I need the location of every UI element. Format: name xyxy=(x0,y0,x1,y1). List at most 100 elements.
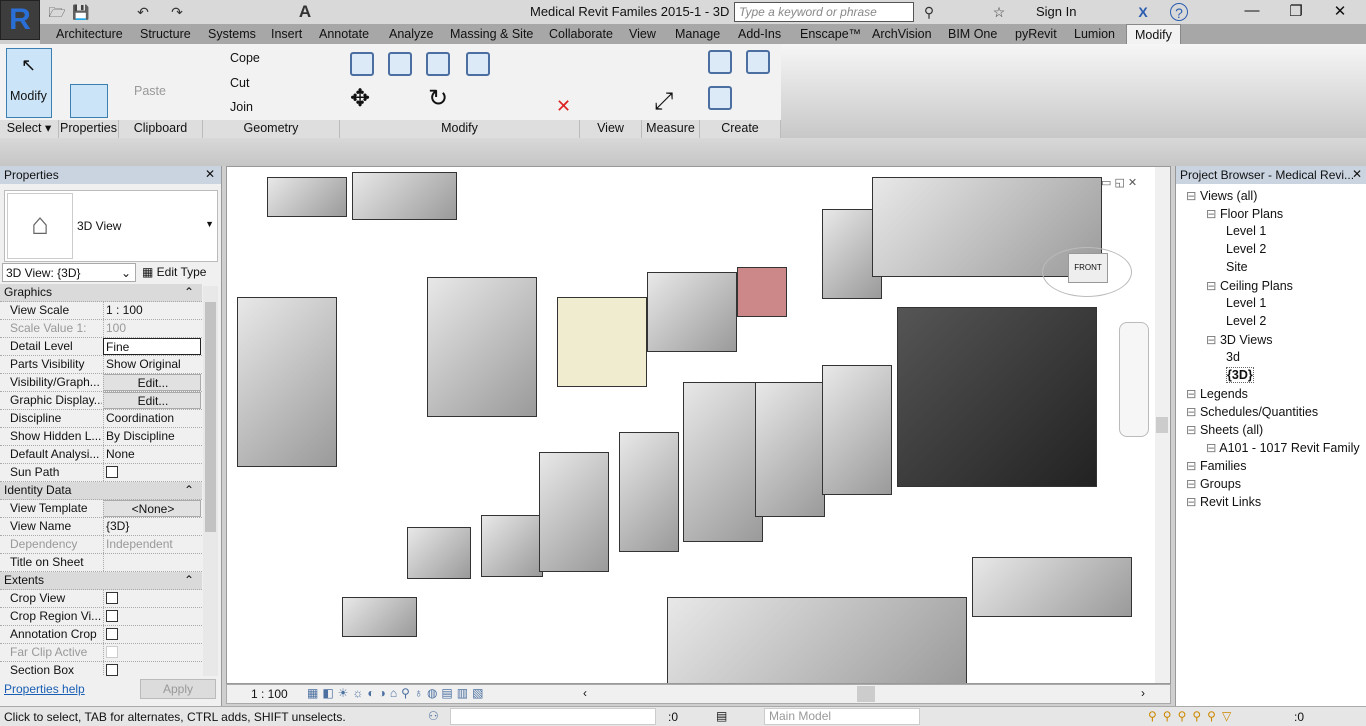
sink-counter-model[interactable] xyxy=(667,597,967,684)
expand-icon[interactable]: ⊟ xyxy=(1186,423,1200,437)
revit-app-menu-button[interactable]: R xyxy=(0,0,40,40)
minimize-button[interactable]: — xyxy=(1232,2,1272,19)
treadmill-model[interactable] xyxy=(897,307,1097,487)
view-control-icons[interactable]: ▦◧☀☼◐◑⌂⚲♁◍▤▥▧ xyxy=(307,686,487,700)
browser-item[interactable]: ⊟ A101 - 1017 Revit Family xyxy=(1206,440,1360,455)
tab-pyrevit[interactable]: pyRevit xyxy=(1015,27,1057,41)
toilet-model[interactable] xyxy=(822,365,892,495)
star-icon[interactable]: ☆ xyxy=(990,3,1008,21)
tab-bim-one[interactable]: BIM One xyxy=(948,27,997,41)
search-input[interactable]: Type a keyword or phrase xyxy=(734,2,914,22)
browser-item[interactable]: ⊟ Revit Links xyxy=(1186,494,1261,509)
tab-add-ins[interactable]: Add-Ins xyxy=(738,27,781,41)
selection-filter-icons[interactable]: ⚲⚲⚲⚲⚲▽ xyxy=(1148,709,1237,723)
properties-help-link[interactable]: Properties help xyxy=(4,682,85,696)
tab-annotate[interactable]: Annotate xyxy=(319,27,369,41)
horizontal-scrollbar-thumb[interactable] xyxy=(857,686,875,702)
property-edit-button[interactable]: <None> xyxy=(103,500,201,517)
tab-manage[interactable]: Manage xyxy=(675,27,720,41)
browser-item[interactable]: ⊟ Families xyxy=(1186,458,1247,473)
expand-icon[interactable]: ⊟ xyxy=(1186,405,1200,419)
viewcube-face[interactable]: FRONT xyxy=(1068,253,1108,283)
collapse-icon[interactable]: ⌃ xyxy=(184,284,194,301)
tab-archvision[interactable]: ArchVision xyxy=(872,27,932,41)
expand-icon[interactable]: ⊟ xyxy=(1186,189,1200,203)
monitor-model[interactable] xyxy=(737,267,787,317)
paste-button[interactable]: Paste xyxy=(134,84,166,98)
tab-view[interactable]: View xyxy=(629,27,656,41)
scrollbar-thumb[interactable] xyxy=(1156,417,1168,433)
move-icon[interactable]: ✥ xyxy=(350,84,370,113)
join-button[interactable]: Join xyxy=(230,100,253,114)
toilet-model[interactable] xyxy=(619,432,679,552)
design-option-dropdown[interactable]: Main Model xyxy=(764,708,920,725)
toilet-model[interactable] xyxy=(539,452,609,572)
modify-button[interactable]: ↖ Modify xyxy=(6,48,52,118)
toilet-model[interactable] xyxy=(407,527,471,579)
panel-label-select[interactable]: Select ▾ xyxy=(0,120,59,138)
edit-type-button[interactable]: ▦ Edit Type xyxy=(142,265,206,279)
cut-button[interactable]: Cut xyxy=(230,76,249,90)
mirror-axis-icon[interactable] xyxy=(426,52,450,76)
mirror-draw-icon[interactable] xyxy=(466,52,490,76)
worksets-icon[interactable]: ⚇ xyxy=(428,709,439,723)
close-icon[interactable]: ✕ xyxy=(1352,167,1362,181)
tab-lumion[interactable]: Lumion xyxy=(1074,27,1115,41)
tab-analyze[interactable]: Analyze xyxy=(389,27,433,41)
tab-insert[interactable]: Insert xyxy=(271,27,302,41)
sink-model[interactable] xyxy=(972,557,1132,617)
restore-button[interactable]: ❐ xyxy=(1276,2,1316,20)
browser-item[interactable]: ⊟ Floor Plans xyxy=(1206,206,1283,221)
browser-item[interactable]: Level 2 xyxy=(1226,314,1266,328)
toilet-model[interactable] xyxy=(683,382,763,542)
close-button[interactable]: ✕ xyxy=(1320,2,1360,20)
checkbox[interactable] xyxy=(106,466,118,478)
collapse-icon[interactable]: ⌃ xyxy=(184,572,194,589)
browser-item[interactable]: ⊟ Sheets (all) xyxy=(1186,422,1263,437)
property-checkbox[interactable] xyxy=(103,626,201,643)
expand-icon[interactable]: ⊟ xyxy=(1206,441,1219,455)
checkbox[interactable] xyxy=(106,664,118,676)
scrollbar-thumb[interactable] xyxy=(205,302,216,532)
measure-icon[interactable]: ⤢ xyxy=(654,88,673,116)
tab-architecture[interactable]: Architecture xyxy=(56,27,123,41)
text-icon[interactable]: A xyxy=(296,3,314,21)
property-group[interactable]: Extents⌃ xyxy=(0,572,202,590)
expand-icon[interactable]: ⊟ xyxy=(1186,387,1200,401)
3d-view-canvas[interactable]: FRONT ▭ ◱ ✕ xyxy=(226,166,1171,684)
browser-item[interactable]: ⊟ 3D Views xyxy=(1206,332,1273,347)
close-icon[interactable]: ✕ xyxy=(205,167,215,181)
binoculars-icon[interactable]: ⚲ xyxy=(920,3,938,21)
editable-only-icon[interactable]: ▤ xyxy=(716,709,727,723)
view-scale-button[interactable]: 1 : 100 xyxy=(251,687,288,701)
expand-icon[interactable]: ⊟ xyxy=(1206,333,1220,347)
properties-toggle-button[interactable] xyxy=(70,84,108,118)
toilet-model[interactable] xyxy=(481,515,543,577)
expand-icon[interactable]: ⊟ xyxy=(1186,495,1200,509)
expand-icon[interactable]: ⊟ xyxy=(1206,279,1220,293)
vertical-scrollbar[interactable] xyxy=(1155,167,1170,683)
property-checkbox[interactable] xyxy=(103,608,201,625)
create-assembly-icon[interactable] xyxy=(708,50,732,74)
property-edit-button[interactable]: Edit... xyxy=(103,374,201,391)
help-icon[interactable]: ? xyxy=(1170,3,1188,21)
toilet-model[interactable] xyxy=(755,382,825,517)
property-checkbox[interactable] xyxy=(103,662,201,676)
property-value[interactable]: Fine xyxy=(103,338,201,355)
tab-massing-site[interactable]: Massing & Site xyxy=(450,27,533,41)
cabinet-model[interactable] xyxy=(427,277,537,417)
collapse-icon[interactable]: ⌃ xyxy=(184,482,194,499)
create-parts-icon[interactable] xyxy=(708,86,732,110)
sterilizer-model[interactable] xyxy=(237,297,337,467)
browser-item[interactable]: Level 2 xyxy=(1226,242,1266,256)
property-checkbox[interactable] xyxy=(103,464,201,481)
open-icon[interactable]: 🗁 xyxy=(48,3,66,21)
browser-item[interactable]: {3D} xyxy=(1226,368,1254,382)
checkbox[interactable] xyxy=(106,628,118,640)
undo-icon[interactable]: ↶ xyxy=(134,3,152,21)
browser-item[interactable]: ⊟ Ceiling Plans xyxy=(1206,278,1293,293)
browser-item[interactable]: 3d xyxy=(1226,350,1240,364)
sign-in-button[interactable]: Sign In xyxy=(1036,4,1076,19)
property-group[interactable]: Graphics⌃ xyxy=(0,284,202,302)
scroll-right-icon[interactable]: › xyxy=(1141,686,1145,700)
